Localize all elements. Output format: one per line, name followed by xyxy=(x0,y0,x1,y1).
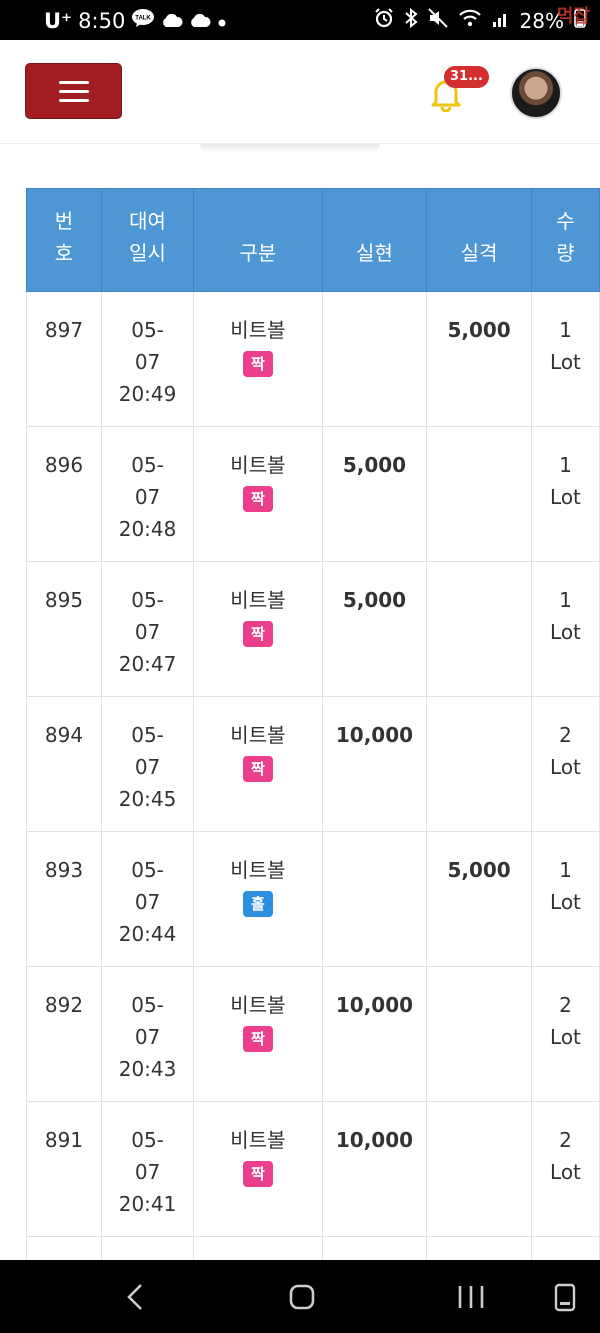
watermark-logo: 먹잡 xyxy=(556,6,590,27)
app-header: 31... xyxy=(0,40,600,144)
cell-no: 892 xyxy=(26,966,102,1102)
keyboard-icon[interactable] xyxy=(552,1282,578,1319)
cell-win: 5,000 xyxy=(321,561,428,697)
cell-type: 비트볼 홀 xyxy=(193,831,323,967)
cell-lose xyxy=(426,696,532,832)
alarm-icon xyxy=(374,8,394,33)
talk-icon: TALK xyxy=(131,8,155,33)
table-row[interactable]: 897 05- 07 20:49 비트볼 짝 5,000 1 Lot xyxy=(26,291,600,427)
dot-icon xyxy=(217,9,227,33)
cell-datetime: 05- 07 20:48 xyxy=(100,426,195,562)
cell-qty: 1 Lot xyxy=(530,561,600,697)
svg-text:TALK: TALK xyxy=(136,16,152,22)
type-tag: 짝 xyxy=(242,1026,273,1052)
cell-datetime: 05- 07 20:47 xyxy=(100,561,195,697)
cell-win: 10,000 xyxy=(321,696,428,832)
carrier-label: U⁺ xyxy=(44,8,73,33)
table-row[interactable]: 892 05- 07 20:43 비트볼 짝 10,000 2 Lot xyxy=(26,966,600,1102)
status-left: U⁺ 8:50 TALK xyxy=(44,8,227,33)
hamburger-line xyxy=(59,81,89,84)
type-tag: 짝 xyxy=(242,756,273,782)
type-tag: 짝 xyxy=(242,1161,273,1187)
cell-no: 891 xyxy=(26,1101,102,1237)
cell-no: 897 xyxy=(26,291,102,427)
cell-no: 896 xyxy=(26,426,102,562)
cell-qty: 1 Lot xyxy=(530,426,600,562)
cell-win: 10,000 xyxy=(321,1101,428,1237)
signal-icon xyxy=(492,9,510,33)
cell-lose xyxy=(426,561,532,697)
menu-button[interactable] xyxy=(25,63,122,119)
type-tag: 홀 xyxy=(242,891,273,917)
cell-win xyxy=(321,831,428,967)
cell-qty: 2 Lot xyxy=(530,1101,600,1237)
cloud-icon-2 xyxy=(189,9,211,33)
header-win: 실현 xyxy=(321,188,428,292)
cell-type: 비트볼 짝 xyxy=(193,561,323,697)
bluetooth-icon xyxy=(404,7,418,33)
table-row[interactable]: 896 05- 07 20:48 비트볼 짝 5,000 1 Lot xyxy=(26,426,600,562)
status-bar: U⁺ 8:50 TALK 28% 먹잡 xyxy=(0,0,600,40)
table-row[interactable]: 894 05- 07 20:45 비트볼 짝 10,000 2 Lot xyxy=(26,696,600,832)
cell-datetime: 05- 07 20:41 xyxy=(100,1101,195,1237)
cell-no: 893 xyxy=(26,831,102,967)
hamburger-line xyxy=(59,90,89,93)
type-tag: 짝 xyxy=(242,621,273,647)
recents-icon[interactable] xyxy=(456,1282,486,1319)
hamburger-line xyxy=(59,99,89,102)
cell-win xyxy=(321,291,428,427)
avatar[interactable] xyxy=(510,67,562,119)
type-tag: 짝 xyxy=(242,351,273,377)
cell-lose: 5,000 xyxy=(426,831,532,967)
cell-type: 비트볼 짝 xyxy=(193,426,323,562)
cell-qty: 1 Lot xyxy=(530,291,600,427)
cell-win: 10,000 xyxy=(321,966,428,1102)
clock: 8:50 xyxy=(78,8,126,33)
cell-lose: 5,000 xyxy=(426,291,532,427)
header-datetime: 대여 일시 xyxy=(100,188,195,292)
cell-qty: 2 Lot xyxy=(530,966,600,1102)
table-row[interactable]: 891 05- 07 20:41 비트볼 짝 10,000 2 Lot xyxy=(26,1101,600,1237)
cell-datetime: 05- 07 20:49 xyxy=(100,291,195,427)
cell-qty: 1 Lot xyxy=(530,831,600,967)
home-icon[interactable] xyxy=(288,1282,316,1319)
cell-datetime: 05- 07 20:43 xyxy=(100,966,195,1102)
header-no: 번호 xyxy=(26,188,102,292)
table-row[interactable]: 893 05- 07 20:44 비트볼 홀 5,000 1 Lot xyxy=(26,831,600,967)
cell-lose xyxy=(426,966,532,1102)
cell-no: 894 xyxy=(26,696,102,832)
table-header-row: 번호 대여 일시 구분 실현 실격 수량 xyxy=(26,188,600,292)
cell-type: 비트볼 짝 xyxy=(193,696,323,832)
cell-qty: 2 Lot xyxy=(530,696,600,832)
cloud-icon xyxy=(161,9,183,33)
system-nav-bar xyxy=(0,1260,600,1333)
cell-type: 비트볼 짝 xyxy=(193,291,323,427)
rental-history-table: 번호 대여 일시 구분 실현 실격 수량 897 05- 07 20:49 비트볼 짝 5,0… xyxy=(26,188,600,1260)
back-icon[interactable] xyxy=(124,1282,148,1319)
header-type: 구분 xyxy=(193,188,323,292)
cell-no: 895 xyxy=(26,561,102,697)
scroll-shadow xyxy=(200,144,380,152)
cell-win: 5,000 xyxy=(321,426,428,562)
header-lose: 실격 xyxy=(426,188,532,292)
table-row[interactable]: 895 05- 07 20:47 비트볼 짝 5,000 1 Lot xyxy=(26,561,600,697)
notification-badge[interactable]: 31... xyxy=(444,66,489,88)
cell-datetime: 05- 07 20:45 xyxy=(100,696,195,832)
wifi-icon xyxy=(458,8,482,33)
type-tag: 짝 xyxy=(242,486,273,512)
header-qty: 수량 xyxy=(530,188,600,292)
cell-type: 비트볼 짝 xyxy=(193,1101,323,1237)
mute-icon xyxy=(427,8,448,33)
status-right: 28% xyxy=(374,7,586,33)
cell-lose xyxy=(426,1101,532,1237)
cell-datetime: 05- 07 20:44 xyxy=(100,831,195,967)
main-content[interactable]: 번호 대여 일시 구분 실현 실격 수량 897 05- 07 20:49 비트볼 짝 5,0… xyxy=(0,144,600,1260)
cell-lose xyxy=(426,426,532,562)
cell-type: 비트볼 짝 xyxy=(193,966,323,1102)
table-row[interactable] xyxy=(26,1236,600,1260)
